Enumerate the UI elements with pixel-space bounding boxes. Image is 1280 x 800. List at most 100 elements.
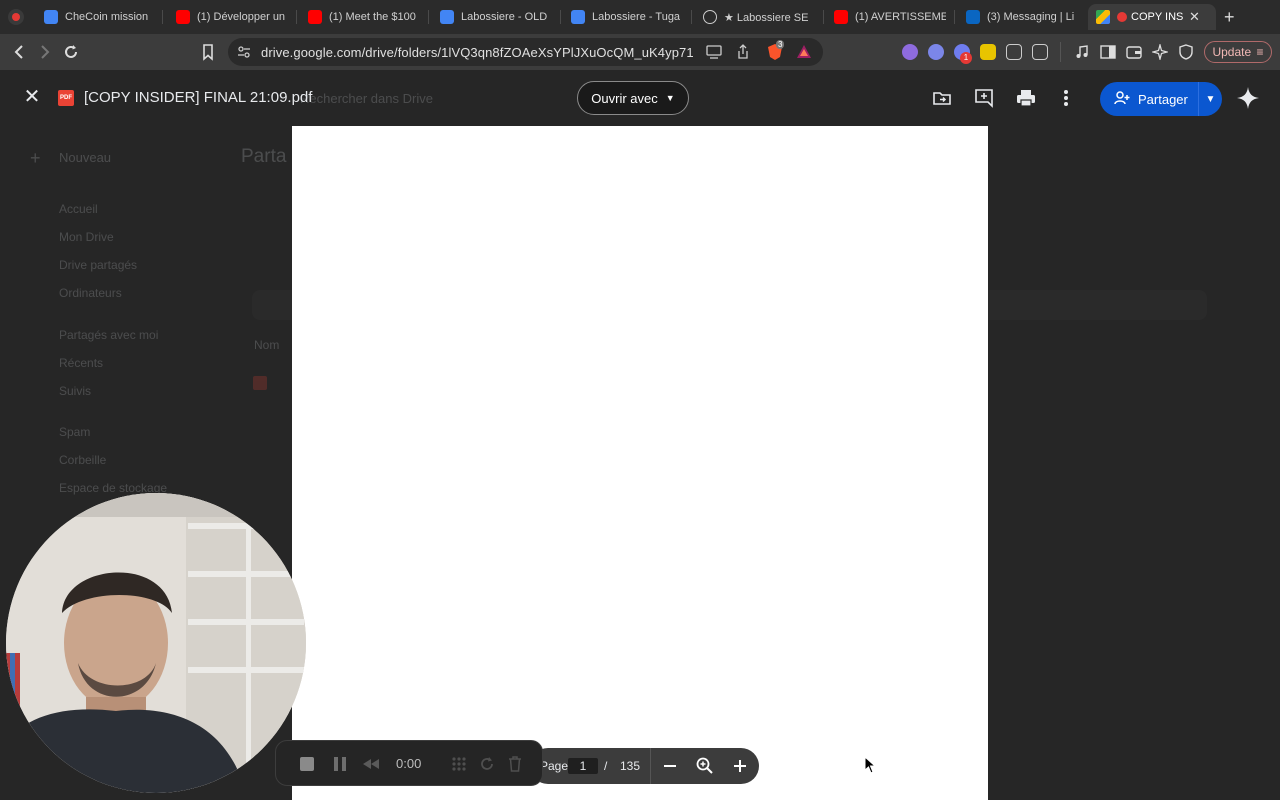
extension-1-icon[interactable] xyxy=(902,44,918,60)
share-button[interactable]: Partager ▼ xyxy=(1100,82,1222,116)
youtube-icon xyxy=(308,10,322,24)
nav-item: Mon Drive xyxy=(59,230,114,244)
column-header-name: Nom xyxy=(254,338,280,352)
page-navigation-toolbar: Page / 135 xyxy=(530,748,759,784)
tab-youtube-avertissement[interactable]: (1) AVERTISSEME xyxy=(834,4,946,30)
print-icon[interactable] xyxy=(1016,88,1036,108)
tab-labossiere-old[interactable]: Labossiere - OLD xyxy=(440,4,552,30)
chatgpt-icon xyxy=(703,10,717,24)
tab-separator xyxy=(691,10,692,24)
new-button-label: Nouveau xyxy=(59,150,112,165)
cast-icon[interactable] xyxy=(706,45,722,59)
extension-3-icon[interactable]: 1 xyxy=(954,44,972,64)
browser-toolbar: drive.google.com/drive/folders/1lVQ3qn8f… xyxy=(0,34,1280,70)
wallet-icon[interactable] xyxy=(1126,44,1142,60)
tab-separator xyxy=(428,10,429,24)
bookmark-icon[interactable] xyxy=(198,42,218,62)
share-page-icon[interactable] xyxy=(736,44,750,60)
webcam-video xyxy=(6,493,306,793)
gemini-sparkle-icon[interactable] xyxy=(1236,86,1260,110)
tab-youtube-developper[interactable]: (1) Développer un xyxy=(176,4,288,30)
tab-label: COPY INS xyxy=(1131,11,1183,23)
tab-labossiere-tuga[interactable]: Labossiere - Tuga xyxy=(571,4,683,30)
youtube-icon xyxy=(176,10,190,24)
page-separator: / xyxy=(604,759,608,773)
share-main[interactable]: Partager xyxy=(1100,82,1198,116)
add-comment-icon[interactable] xyxy=(974,88,994,108)
grid-dots-icon[interactable] xyxy=(450,755,468,773)
linkedin-icon xyxy=(966,10,980,24)
recording-indicator-icon[interactable] xyxy=(8,9,24,25)
pdf-file-icon xyxy=(253,376,267,390)
zoom-magnifier-icon[interactable] xyxy=(695,756,715,776)
stop-recording-icon[interactable] xyxy=(298,755,316,773)
extension-5-icon[interactable] xyxy=(1032,44,1048,60)
file-type-badge: PDF xyxy=(60,95,72,101)
pdf-file-type-icon: PDF xyxy=(58,90,74,106)
share-dropdown-icon[interactable]: ▼ xyxy=(1198,82,1222,116)
update-label: Update xyxy=(1212,45,1252,59)
pause-icon[interactable] xyxy=(331,755,349,773)
pdf-page[interactable] xyxy=(292,126,988,800)
forward-arrow-icon[interactable] xyxy=(35,42,55,62)
google-drive-icon xyxy=(1096,10,1110,24)
tab-copy-insider[interactable]: COPY INS ✕ xyxy=(1088,4,1216,30)
page-label: Page xyxy=(540,759,569,773)
vpn-shield-icon[interactable] xyxy=(1178,44,1194,60)
screen-recorder-controls: 0:00 xyxy=(275,740,543,786)
nav-item: Corbeille xyxy=(59,453,107,467)
nav-item: Suivis xyxy=(59,384,92,398)
zoom-out-icon[interactable] xyxy=(660,756,680,776)
tab-label: ★ Labossiere SE xyxy=(724,11,809,24)
new-tab-icon[interactable]: + xyxy=(1224,8,1235,26)
tab-separator xyxy=(823,10,824,24)
tab-checoin[interactable]: CheCoin mission xyxy=(44,4,154,30)
webcam-bubble[interactable] xyxy=(6,493,306,793)
total-pages: 135 xyxy=(620,759,641,773)
restart-icon[interactable] xyxy=(478,755,496,773)
tab-label: Labossiere - Tuga xyxy=(592,11,681,23)
rewind-icon[interactable] xyxy=(362,755,380,773)
recording-time: 0:00 xyxy=(396,756,422,771)
nav-item: Drive partagés xyxy=(59,258,138,272)
media-controls-icon[interactable] xyxy=(1074,44,1090,60)
brave-shields-icon[interactable]: 3 xyxy=(767,40,785,61)
recording-dot-icon xyxy=(1117,12,1127,22)
page-number-input[interactable] xyxy=(568,758,598,774)
leo-ai-icon[interactable] xyxy=(1150,42,1170,62)
update-button[interactable]: Update ≡ xyxy=(1204,41,1272,63)
tab-separator xyxy=(162,10,163,24)
tab-label: Labossiere - OLD xyxy=(461,11,548,23)
close-tab-icon[interactable]: ✕ xyxy=(1189,9,1200,25)
tab-label: (1) Meet the $100 xyxy=(329,11,416,23)
trash-icon[interactable] xyxy=(506,755,524,773)
zoom-in-icon[interactable] xyxy=(730,756,750,776)
move-to-folder-icon[interactable] xyxy=(932,88,952,108)
extension-2-icon[interactable] xyxy=(928,44,944,60)
open-with-button[interactable]: Ouvrir avec ▼ xyxy=(577,81,689,115)
more-options-icon[interactable] xyxy=(1058,88,1074,108)
brave-badge: 3 xyxy=(776,40,785,49)
back-arrow-icon[interactable] xyxy=(9,42,29,62)
nav-item: Récents xyxy=(59,356,104,370)
nav-item: Ordinateurs xyxy=(59,286,122,300)
extension-4-icon[interactable] xyxy=(980,44,996,60)
extensions-puzzle-icon[interactable] xyxy=(1006,44,1022,60)
tab-youtube-meet[interactable]: (1) Meet the $100 xyxy=(308,4,420,30)
tab-separator xyxy=(560,10,561,24)
reload-icon[interactable] xyxy=(61,42,81,62)
tab-labossiere-se[interactable]: ★ Labossiere SE xyxy=(703,4,815,30)
browser-tab-bar: CheCoin mission (1) Développer un (1) Me… xyxy=(0,0,1280,34)
close-viewer-icon[interactable]: ✕ xyxy=(22,87,42,107)
file-title: [COPY INSIDER] FINAL 21:09.pdf xyxy=(84,89,313,106)
youtube-icon xyxy=(834,10,848,24)
tab-label: (1) AVERTISSEME xyxy=(855,11,946,23)
sidebar-toggle-icon[interactable] xyxy=(1100,44,1116,60)
google-docs-icon xyxy=(571,10,585,24)
nav-item: Accueil xyxy=(59,202,98,216)
address-bar[interactable]: drive.google.com/drive/folders/1lVQ3qn8f… xyxy=(228,38,823,66)
viewer-header: ✕ PDF [COPY INSIDER] FINAL 21:09.pdf Ouv… xyxy=(0,70,1280,126)
tab-linkedin-messaging[interactable]: (3) Messaging | Li xyxy=(966,4,1078,30)
site-settings-icon[interactable] xyxy=(237,45,251,59)
brave-rewards-icon[interactable] xyxy=(796,44,812,60)
